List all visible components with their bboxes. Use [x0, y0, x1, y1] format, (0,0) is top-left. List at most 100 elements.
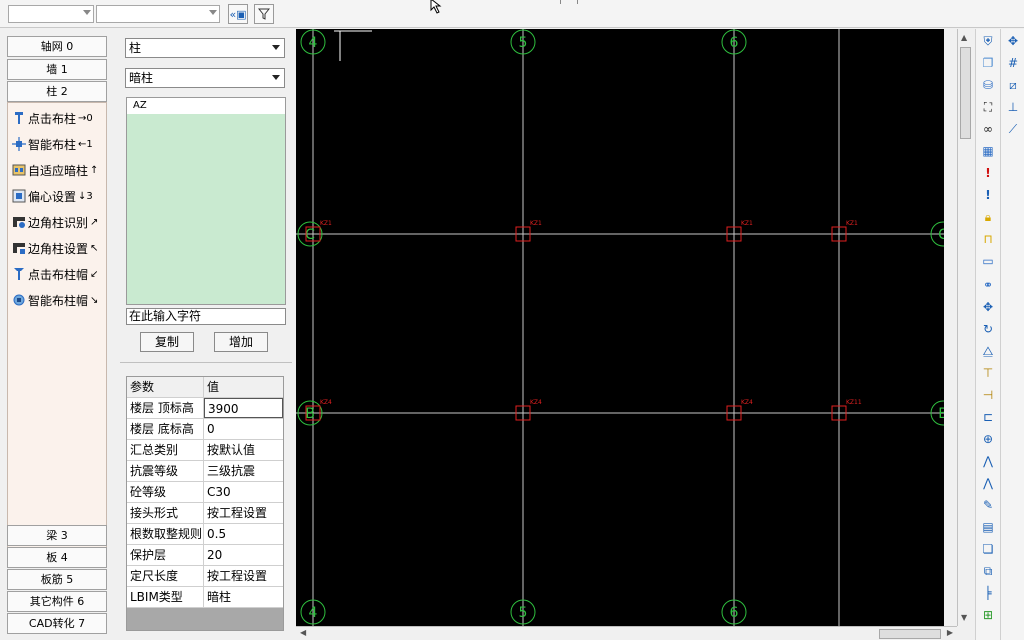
prop-value-input[interactable]: 3900 [204, 398, 283, 418]
prop-value[interactable]: 三级抗震 [204, 461, 283, 481]
join-icon[interactable]: ⊕ [980, 431, 996, 447]
drawing-canvas[interactable]: 4 4 5 5 6 6 C C B B KZ1 KZ1 KZ1 KZ1 KZ4 KZ4 KZ4 KZ11 [296, 29, 944, 626]
scroll-thumb[interactable] [879, 629, 941, 639]
floor-combo[interactable] [8, 5, 94, 23]
layer-icon[interactable]: ⊞ [980, 607, 996, 623]
move-icon[interactable]: ✥ [980, 299, 996, 315]
table-row[interactable]: 定尺长度 按工程设置 [127, 566, 283, 587]
table-row[interactable]: 接头形式 按工程设置 [127, 503, 283, 524]
pan-icon[interactable]: ✥ [1005, 33, 1021, 49]
copy-object-icon[interactable]: ❏ [980, 541, 996, 557]
prop-name: 保护层 [127, 545, 204, 565]
trim-icon[interactable]: ⊣ [980, 387, 996, 403]
rotate-icon[interactable]: ↻ [980, 321, 996, 337]
nav-column-button[interactable]: 柱 2 [7, 81, 107, 102]
scroll-right-icon[interactable]: ▶ [947, 628, 953, 637]
brush-icon[interactable]: ✎ [980, 497, 996, 513]
table-row[interactable]: LBIM类型 暗柱 [127, 587, 283, 608]
scroll-down-icon[interactable]: ▼ [961, 613, 967, 622]
tool-offset[interactable]: 偏心设置 ↓3 [12, 185, 93, 207]
nav-cad-button[interactable]: CAD转化 7 [7, 613, 107, 634]
tool-pin-column[interactable]: 点击布柱 →0 [12, 107, 93, 129]
component-list[interactable]: AZ [126, 97, 286, 305]
database-icon[interactable]: ⛁ [980, 77, 996, 93]
shield-icon[interactable]: ⛨ [980, 33, 996, 49]
copy-layer-icon[interactable]: ❐ [980, 55, 996, 71]
scroll-up-icon[interactable]: ▲ [961, 33, 967, 42]
vertical-scrollbar[interactable]: ▲ ▼ [957, 29, 973, 626]
tool-corner-set[interactable]: 边角柱设置 ↖ [12, 237, 98, 259]
nav-beam-button[interactable]: 梁 3 [7, 525, 107, 546]
table-row[interactable]: 保护层 20 [127, 545, 283, 566]
prop-value[interactable]: 按工程设置 [204, 566, 283, 586]
nav-wall-button[interactable]: 墙 1 [7, 59, 107, 80]
lock-icon[interactable]: 🔒︎ [980, 209, 996, 225]
ruler-icon[interactable]: ▭ [980, 253, 996, 269]
table-row[interactable]: 砼等级 C30 [127, 482, 283, 503]
prop-value[interactable]: C30 [204, 482, 283, 502]
prop-name: 楼层 底标高 [127, 419, 204, 439]
table-row[interactable]: 汇总类别 按默认值 [127, 440, 283, 461]
category-select[interactable]: 柱 [125, 38, 285, 58]
axis-label-bottom: 6 [730, 605, 739, 621]
filter-button[interactable] [254, 4, 274, 24]
filter-input[interactable]: 在此输入字符 [126, 308, 286, 325]
zoom-window-icon[interactable]: ⧄ [1005, 77, 1021, 93]
horizontal-scrollbar[interactable]: ◀ ▶ [296, 626, 957, 640]
measure-icon[interactable]: ⟋ [1005, 121, 1021, 137]
extend-icon[interactable]: ⊤ [980, 365, 996, 381]
nav-slab-rebar-button[interactable]: 板筋 5 [7, 569, 107, 590]
nav-other-button[interactable]: 其它构件 6 [7, 591, 107, 612]
glasses-icon[interactable]: ∞ [980, 121, 996, 137]
mirror-icon[interactable]: ⧋ [980, 343, 996, 359]
prop-name: 根数取整规则 [127, 524, 204, 544]
list-item[interactable]: AZ [127, 98, 285, 114]
tool-smart-column[interactable]: 智能布柱 ←1 [12, 133, 93, 155]
offset-tool-icon[interactable]: ⋀ [980, 453, 996, 469]
tool-smart-cap[interactable]: 智能布柱帽 ↘ [12, 289, 98, 311]
prop-value[interactable]: 20 [204, 545, 283, 565]
scroll-thumb[interactable] [960, 47, 971, 139]
coordinate-icon[interactable]: ⊥ [1005, 99, 1021, 115]
tool-pin-cap[interactable]: 点击布柱帽 ↙ [12, 263, 98, 285]
back-layer-button[interactable]: «▣ [228, 4, 248, 24]
component-combo[interactable] [96, 5, 220, 23]
link-icon[interactable]: ⚭ [980, 277, 996, 293]
property-table: 参数 值 楼层 顶标高 3900 楼层 底标高 0 汇总类别 按默认值 抗震等级 三级抗… [126, 376, 284, 631]
unlock-icon[interactable]: ⊓ [980, 231, 996, 247]
tool-adaptive-column[interactable]: 自适应暗柱 ↑ [12, 159, 98, 181]
tool-label: 边角柱设置 [28, 241, 89, 256]
prop-value[interactable]: 按默认值 [204, 440, 283, 460]
fillet-icon[interactable]: ⋀ [980, 475, 996, 491]
error-icon[interactable]: ! [980, 165, 996, 181]
tool-key: ↘ [90, 294, 99, 306]
scroll-left-icon[interactable]: ◀ [300, 628, 306, 637]
add-button[interactable]: 增加 [214, 332, 268, 352]
tool-corner-detect[interactable]: 边角柱识别 ↗ [12, 211, 98, 233]
table-row[interactable]: 楼层 底标高 0 [127, 419, 283, 440]
table-row[interactable]: 楼层 顶标高 3900 [127, 398, 283, 419]
copy-button[interactable]: 复制 [140, 332, 194, 352]
table-icon[interactable]: ▦ [980, 143, 996, 159]
prop-value[interactable]: 暗柱 [204, 587, 283, 607]
prop-name: LBIM类型 [127, 587, 204, 607]
smart-column-icon [12, 137, 26, 151]
nav-slab-button[interactable]: 板 4 [7, 547, 107, 568]
header-value: 值 [207, 380, 220, 394]
align-icon[interactable]: ╞ [980, 585, 996, 601]
info-icon[interactable]: ! [980, 187, 996, 203]
offset-icon [12, 189, 26, 203]
table-row[interactable]: 抗震等级 三级抗震 [127, 461, 283, 482]
break-icon[interactable]: ⊏ [980, 409, 996, 425]
prop-value[interactable]: 按工程设置 [204, 503, 283, 523]
binoculars-icon[interactable]: ⛶ [980, 99, 996, 115]
grid-snap-icon[interactable]: # [1005, 55, 1021, 71]
scale-icon[interactable]: ⧉ [980, 563, 996, 579]
nav-axis-button[interactable]: 轴网 0 [7, 36, 107, 57]
prop-value[interactable]: 0 [204, 419, 283, 439]
table-row[interactable]: 根数取整规则 0.5 [127, 524, 283, 545]
type-select[interactable]: 暗柱 [125, 68, 285, 88]
array-icon[interactable]: ▤ [980, 519, 996, 535]
prop-value[interactable]: 0.5 [204, 524, 283, 544]
tool-key: →0 [78, 112, 93, 124]
